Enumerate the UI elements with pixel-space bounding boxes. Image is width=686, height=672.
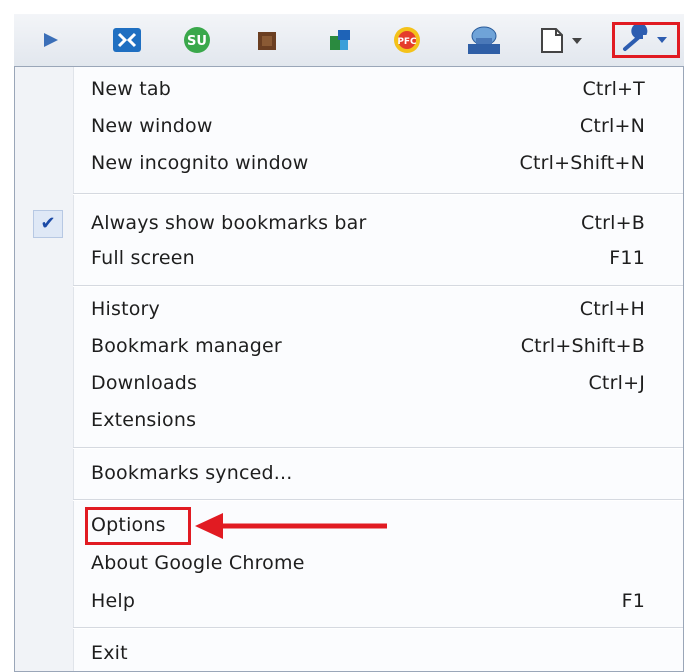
menu-item-exit[interactable]: Exit: [15, 637, 683, 669]
menu-separator: [73, 193, 683, 195]
svg-text:PFC: PFC: [397, 37, 417, 47]
window-switch-icon[interactable]: [110, 24, 144, 56]
brown-box-icon[interactable]: [250, 24, 284, 56]
stumble-icon[interactable]: SU: [180, 24, 214, 56]
browser-toolbar: SU PFC: [14, 14, 684, 67]
menu-item-about-google-chrome[interactable]: About Google Chrome: [15, 547, 683, 579]
options-highlight-box: [85, 507, 191, 545]
red-arrow-icon: [195, 513, 387, 539]
wrench-dropdown-menu: New tab Ctrl+T New window Ctrl+N New inc…: [14, 66, 684, 672]
menu-item-full-screen[interactable]: Full screen F11: [15, 242, 683, 274]
play-icon[interactable]: [34, 24, 68, 56]
wrench-menu-button[interactable]: [612, 22, 680, 58]
pfc-icon[interactable]: PFC: [390, 24, 424, 56]
menu-item-always-show-bookmarks-bar[interactable]: Always show bookmarks bar Ctrl+B: [15, 207, 683, 239]
menu-item-downloads[interactable]: Downloads Ctrl+J: [15, 367, 683, 399]
menu-item-bookmark-manager[interactable]: Bookmark manager Ctrl+Shift+B: [15, 330, 683, 362]
menu-item-extensions[interactable]: Extensions: [15, 404, 683, 436]
menu-separator: [73, 627, 683, 629]
puzzle-icon[interactable]: [322, 24, 356, 56]
menu-separator: [73, 447, 683, 449]
menu-item-help[interactable]: Help F1: [15, 585, 683, 617]
menu-item-new-tab[interactable]: New tab Ctrl+T: [15, 73, 683, 105]
menu-item-new-window[interactable]: New window Ctrl+N: [15, 110, 683, 142]
wrench-menu-icon: [623, 25, 667, 51]
network-monitor-icon[interactable]: [462, 24, 506, 56]
menu-separator: [73, 285, 683, 287]
menu-separator: [73, 499, 683, 501]
menu-item-bookmarks-synced[interactable]: Bookmarks synced...: [15, 457, 683, 489]
page-menu-icon[interactable]: [534, 24, 588, 56]
menu-item-new-incognito-window[interactable]: New incognito window Ctrl+Shift+N: [15, 147, 683, 179]
menu-item-history[interactable]: History Ctrl+H: [15, 293, 683, 325]
svg-text:SU: SU: [187, 34, 207, 49]
